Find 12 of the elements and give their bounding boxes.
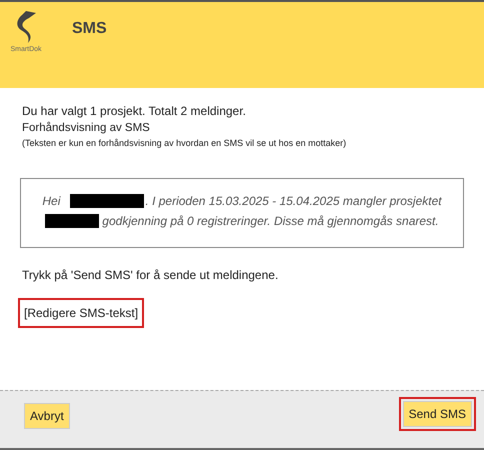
edit-sms-link[interactable]: [Redigere SMS-tekst]	[18, 298, 144, 328]
instruction-text: Trykk på 'Send SMS' for å sende ut meldingene.	[22, 268, 280, 282]
footer-button[interactable]: Avbryt	[24, 403, 70, 429]
preview-note: (Teksten er kun en forhåndsvisning av hvordan en SMS vil se ut hos en mottaker)	[22, 138, 348, 148]
dialog-title: SMS	[72, 20, 107, 38]
message-text: . I perioden 15.03.2025 - 15.04.2025 mangler prosjektet	[145, 193, 442, 210]
summary-text: Du har valgt 1 prosjekt. Totalt 2 meldinger.	[22, 104, 247, 118]
preview-heading: Forhåndsvisning av SMS	[22, 122, 151, 134]
footer-button[interactable]: Send SMS	[402, 401, 472, 427]
message-text: godkjenning på 0 registreringer. Disse må gjennomgås snarest.	[102, 213, 439, 230]
redaction-bar	[45, 214, 100, 228]
message-text: Hei	[42, 193, 60, 210]
